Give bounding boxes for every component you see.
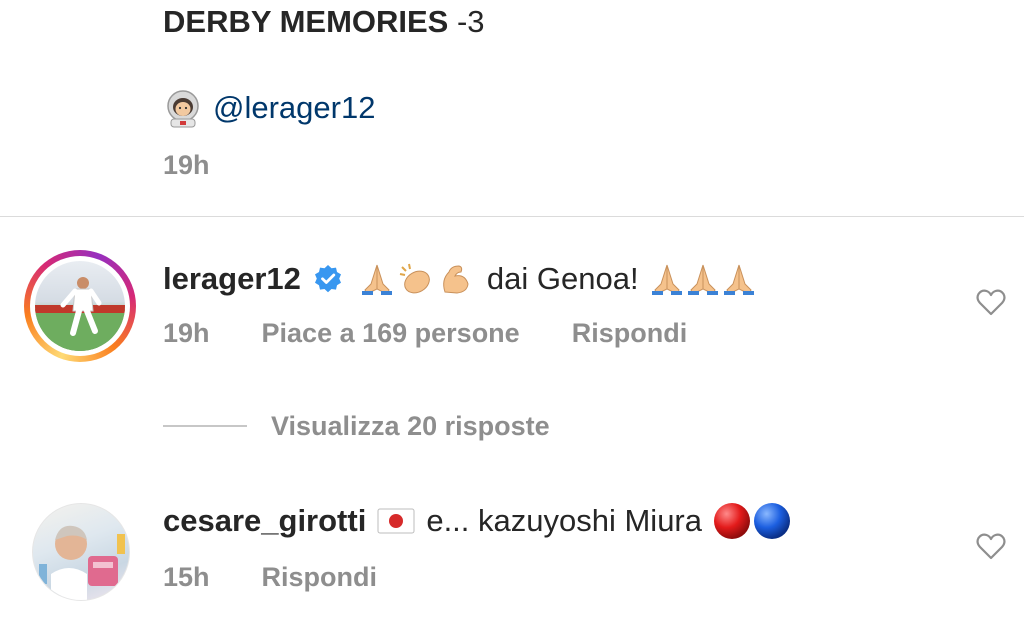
person-photo-icon [39,525,125,600]
folded-hands-emoji [687,264,718,295]
caption-divider [0,216,1024,217]
view-replies-button[interactable]: Visualizza 20 risposte [163,404,550,448]
reply-button[interactable]: Rispondi [262,562,378,593]
view-replies-line [163,425,247,427]
red-circle-emoji [714,503,750,539]
reply-button[interactable]: Rispondi [572,318,688,349]
avatar-photo [35,261,125,351]
comment-emoji-trailing [649,262,757,296]
caption-mention-link[interactable]: @lerager12 [213,90,375,126]
blue-circle-emoji [754,503,790,539]
comment-text: e... kazuyoshi Miura [426,503,702,538]
comment-emoji-trailing [712,501,792,541]
clapping-hands-emoji [399,263,430,294]
comment-meta: 15h Rispondi [163,562,377,593]
avatar[interactable] [32,503,130,601]
comment-emoji-group [359,262,473,296]
astronaut-emoji [167,90,199,128]
comment-text: dai Genoa! [486,261,639,296]
comment-likes[interactable]: Piace a 169 persone [262,318,520,349]
folded-hands-emoji [651,264,682,295]
japan-flag-emoji [377,508,415,534]
comment-body: cesare_girotti e... kazuyoshi Miura [163,501,792,541]
heart-outline-icon[interactable] [975,530,1007,562]
comment-body: lerager12 dai Genoa! [163,259,757,299]
footballer-photo-icon [35,277,125,351]
caption-timestamp: 19h [163,150,210,180]
avatar[interactable] [24,250,136,362]
comment-meta: 19h Piace a 169 persone Rispondi [163,318,687,349]
comment-timestamp: 15h [163,562,210,592]
caption-title: DERBY MEMORIES -3 [163,4,485,40]
verified-badge-icon [314,265,341,293]
heart-outline-icon[interactable] [975,286,1007,318]
folded-hands-emoji [361,264,392,295]
comment-username[interactable]: cesare_girotti [163,501,366,541]
caption-mention-row: @lerager12 [163,88,375,128]
flexed-biceps-emoji [443,265,469,294]
caption-title-text: DERBY MEMORIES [163,4,449,39]
caption-title-suffix: -3 [456,4,485,39]
view-replies-label: Visualizza 20 risposte [271,410,550,441]
comment-username[interactable]: lerager12 [163,259,301,299]
folded-hands-emoji [723,264,754,295]
comment-timestamp: 19h [163,318,210,348]
